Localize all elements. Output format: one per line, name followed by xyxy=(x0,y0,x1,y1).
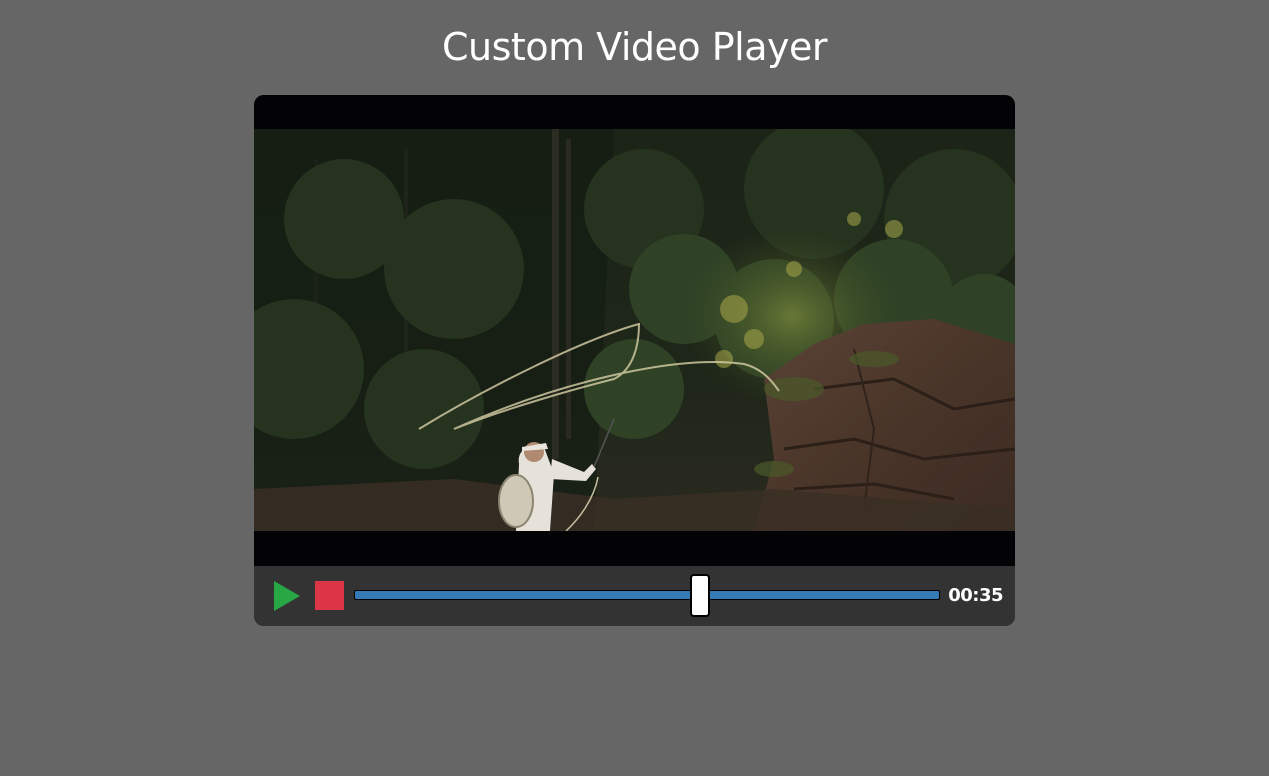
play-button[interactable] xyxy=(272,581,302,611)
stop-button[interactable] xyxy=(315,581,344,610)
video-player: 00:35 xyxy=(254,95,1015,626)
page-title: Custom Video Player xyxy=(442,25,827,69)
control-bar: 00:35 xyxy=(254,566,1015,626)
video-screen[interactable] xyxy=(254,95,1015,566)
current-time: 00:35 xyxy=(948,585,1003,606)
progress-slider-thumb[interactable] xyxy=(689,574,710,617)
progress-slider[interactable] xyxy=(354,590,940,600)
play-icon xyxy=(274,581,300,611)
video-frame[interactable] xyxy=(254,129,1015,531)
